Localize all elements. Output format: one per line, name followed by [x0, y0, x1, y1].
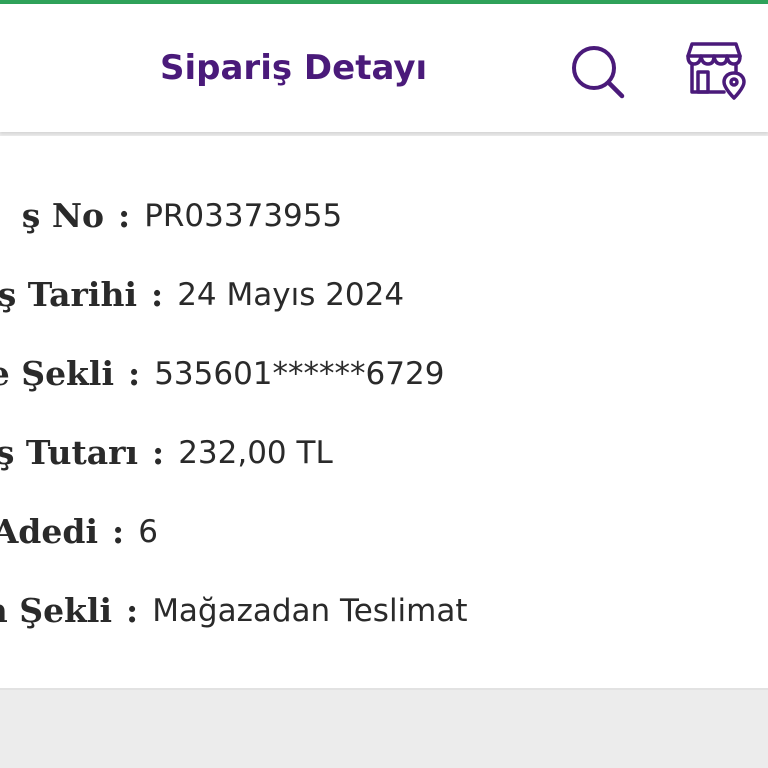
page-title: Sipariş Detayı	[160, 48, 428, 88]
order-date-row: ş Tarihi:24 Mayıs 2024	[0, 273, 404, 317]
order-date-label: ş Tarihi	[0, 275, 137, 314]
order-date-value: 24 Mayıs 2024	[177, 277, 405, 313]
order-detail-card: ş No: PR03373955 ş Tarihi:24 Mayıs 2024 e…	[0, 136, 768, 690]
separator: :	[126, 591, 139, 630]
separator: :	[118, 196, 131, 235]
separator: :	[112, 512, 125, 551]
separator: :	[151, 275, 164, 314]
order-number-label: ş No	[21, 196, 104, 235]
item-count-value: 6	[138, 514, 158, 550]
item-count-row: Adedi:6	[0, 510, 158, 554]
payment-method-value: 535601******6729	[154, 356, 445, 392]
separator: :	[128, 354, 141, 393]
order-total-label: ş Tutarı	[0, 433, 138, 472]
separator: :	[152, 433, 165, 472]
payment-method-row: e Şekli:535601******6729	[0, 352, 444, 396]
item-count-label: Adedi	[0, 512, 98, 551]
app-header: Sipariş Detayı	[0, 4, 768, 132]
delivery-method-label: n Şekli	[0, 591, 112, 630]
order-number-row: ş No: PR03373955	[0, 194, 342, 238]
delivery-method-row: n Şekli: Mağazadan Teslimat	[0, 589, 468, 633]
payment-method-label: e Şekli	[0, 354, 114, 393]
store-location-button[interactable]	[684, 40, 748, 102]
delivery-method-value: Mağazadan Teslimat	[152, 593, 468, 629]
search-icon	[572, 46, 625, 99]
search-button[interactable]	[568, 42, 628, 102]
order-total-row: ş Tutarı:232,00 TL	[0, 431, 333, 475]
store-location-icon	[686, 42, 746, 100]
order-total-value: 232,00 TL	[178, 435, 333, 471]
order-number-value: PR03373955	[144, 198, 343, 234]
